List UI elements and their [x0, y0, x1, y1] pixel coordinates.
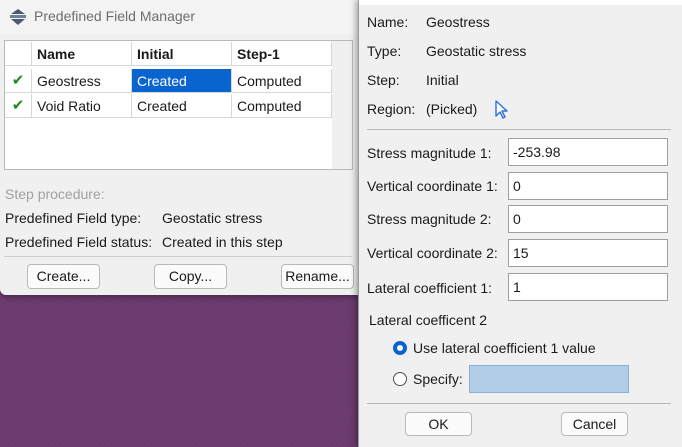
edit-region-arrow-icon[interactable] — [494, 100, 510, 120]
dialog-title-edge[interactable] — [359, 0, 682, 5]
predefined-field-manager-window: Predefined Field Manager Name Initial St… — [0, 0, 359, 295]
row-name-cell[interactable]: Void Ratio — [32, 94, 132, 118]
step-label: Step: — [367, 72, 400, 88]
row-initial-cell-selected[interactable]: Created — [132, 69, 232, 93]
step-procedure-label: Step procedure: — [5, 186, 105, 202]
header-step-1[interactable]: Step-1 — [232, 42, 332, 66]
row-initial-cell[interactable]: Created — [132, 94, 232, 118]
field-status-label: Predefined Field status: — [5, 234, 153, 250]
stress-magnitude-2-label: Stress magnitude 2: — [367, 211, 492, 227]
table-scroll-area[interactable] — [332, 40, 353, 170]
field-type-label: Predefined Field type: — [5, 210, 142, 226]
ok-button[interactable]: OK — [405, 412, 472, 436]
copy-button[interactable]: Copy... — [154, 264, 227, 289]
active-check-icon: ✔ — [5, 94, 32, 118]
name-row: Name: Geostress — [367, 14, 490, 30]
manager-title-bar[interactable]: Predefined Field Manager — [0, 0, 359, 34]
specify-label[interactable]: Specify: — [413, 371, 463, 387]
row-step1-cell[interactable]: Computed — [232, 69, 332, 93]
use-lateral-coefficient-1-radio[interactable] — [393, 341, 407, 355]
lateral-coefficient-1-input[interactable]: 1 — [508, 273, 668, 301]
stress-magnitude-1-input[interactable]: -253.98 — [508, 138, 668, 166]
lateral-coefficient-2-group-title: Lateral coefficent 2 — [369, 312, 488, 328]
divider — [367, 403, 671, 404]
name-value: Geostress — [426, 14, 490, 30]
use-lateral-coefficient-1-label[interactable]: Use lateral coefficient 1 value — [413, 340, 596, 356]
divider — [4, 256, 352, 257]
predefined-field-table: Name Initial Step-1 ✔ Geostress Created … — [4, 40, 334, 170]
name-label: Name: — [367, 14, 409, 30]
vertical-coordinate-1-label: Vertical coordinate 1: — [367, 178, 498, 194]
vertical-coordinate-1-input[interactable]: 0 — [508, 172, 668, 200]
row-step1-cell[interactable]: Computed — [232, 94, 332, 118]
region-value: (Picked) — [426, 101, 478, 117]
header-initial[interactable]: Initial — [132, 42, 232, 66]
field-type-value: Geostatic stress — [162, 210, 263, 226]
type-label: Type: — [367, 43, 402, 59]
field-status-value: Created in this step — [162, 234, 283, 250]
manager-title: Predefined Field Manager — [34, 8, 196, 24]
region-row: Region: (Picked) — [367, 101, 477, 117]
row-name-cell[interactable]: Geostress — [32, 69, 132, 93]
lateral-coefficient-1-label: Lateral coefficient 1: — [367, 280, 493, 296]
vertical-coordinate-2-input[interactable]: 15 — [508, 239, 668, 267]
edit-predefined-field-dialog: Name: Geostress Type: Geostatic stress S… — [358, 0, 682, 447]
step-value: Initial — [426, 72, 459, 88]
divider — [367, 129, 671, 130]
table-header-row: Name Initial Step-1 — [5, 42, 332, 67]
table-row[interactable]: ✔ Geostress Created Computed — [5, 69, 332, 94]
vertical-coordinate-2-label: Vertical coordinate 2: — [367, 245, 498, 261]
type-value: Geostatic stress — [426, 43, 527, 59]
specify-radio[interactable] — [393, 372, 407, 386]
region-label: Region: — [367, 101, 416, 117]
active-check-icon: ✔ — [5, 69, 32, 93]
table-row[interactable]: ✔ Void Ratio Created Computed — [5, 94, 332, 119]
step-row: Step: Initial — [367, 72, 459, 88]
stress-magnitude-1-label: Stress magnitude 1: — [367, 145, 492, 161]
stress-magnitude-2-input[interactable]: 0 — [508, 205, 668, 233]
type-row: Type: Geostatic stress — [367, 43, 526, 59]
specify-input — [469, 365, 629, 393]
field-type-line: Predefined Field type: Geostatic stress — [5, 210, 262, 226]
rename-button[interactable]: Rename... — [281, 264, 354, 289]
app-icon — [10, 9, 26, 25]
field-status-line: Predefined Field status: Created in this… — [5, 234, 283, 250]
cancel-button[interactable]: Cancel — [561, 412, 628, 436]
header-name[interactable]: Name — [32, 42, 132, 66]
create-button[interactable]: Create... — [27, 264, 100, 289]
header-status-column — [5, 42, 32, 66]
